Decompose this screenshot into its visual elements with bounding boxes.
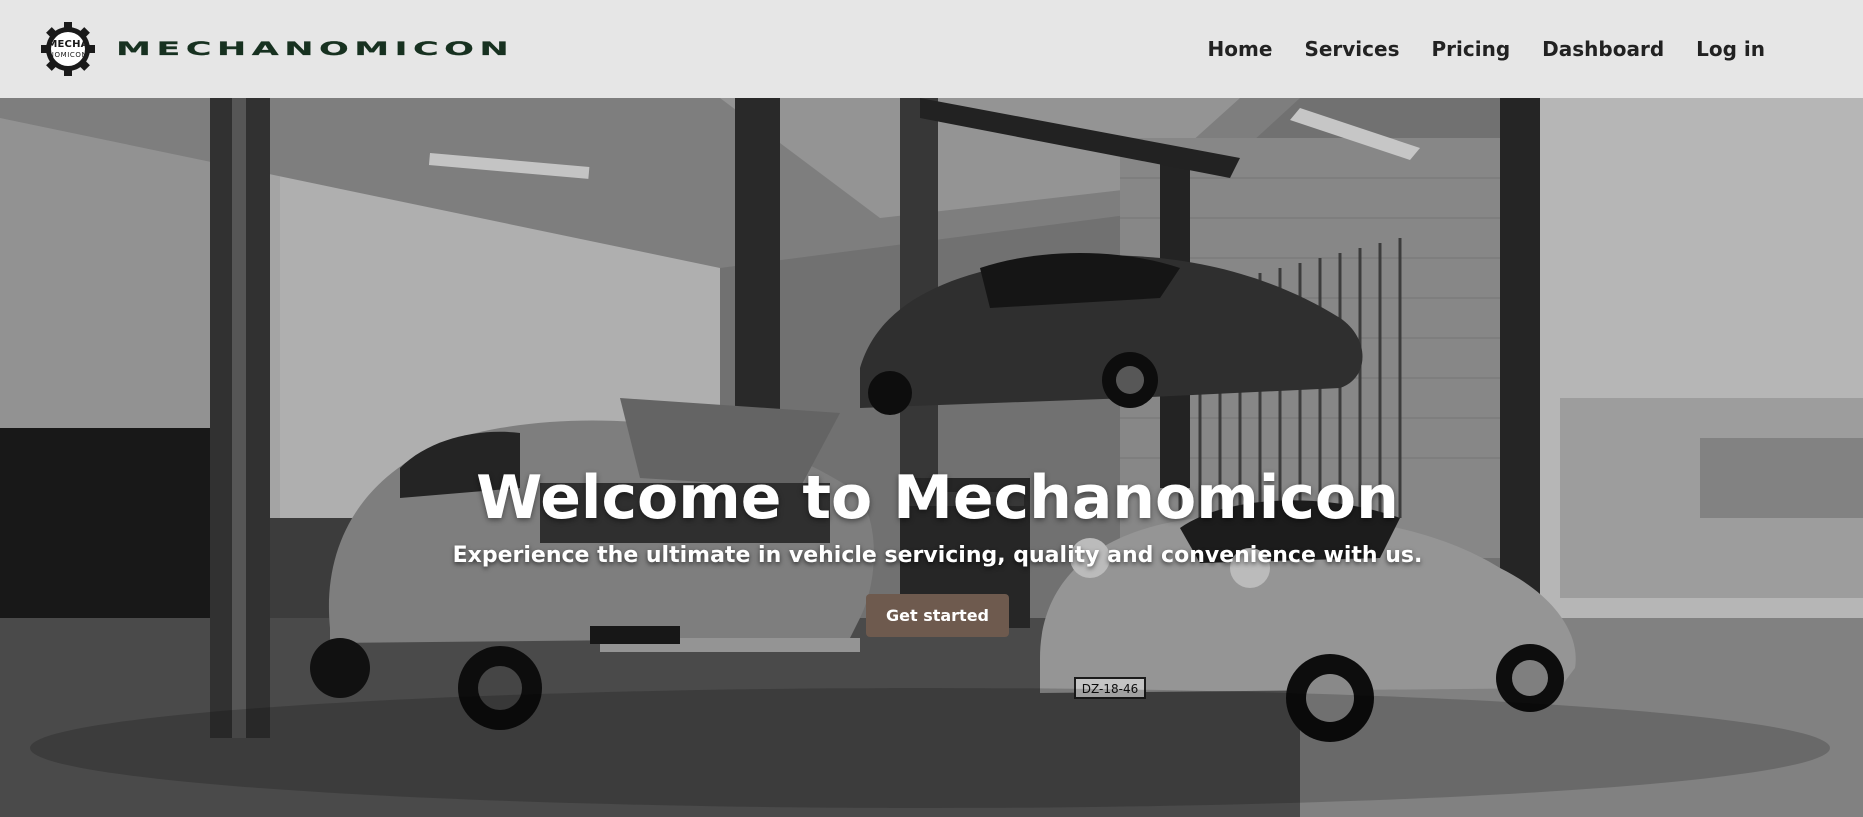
nav-services[interactable]: Services: [1304, 37, 1399, 61]
main-nav: Home Services Pricing Dashboard Log in: [1208, 0, 1765, 98]
hero-section: DZ-18-46 Welcome to Mechanomicon Experie…: [0, 98, 1863, 817]
logo-badge-line1: MECHA: [47, 39, 89, 50]
hero-content: Welcome to Mechanomicon Experience the u…: [0, 458, 1863, 637]
top-navbar: MECHA NOMICON MECHANOMICON Home Services…: [0, 0, 1863, 98]
gear-logo-icon: MECHA NOMICON: [40, 21, 96, 77]
nav-dashboard[interactable]: Dashboard: [1542, 37, 1664, 61]
hero-subtitle: Experience the ultimate in vehicle servi…: [452, 543, 1423, 568]
nav-pricing[interactable]: Pricing: [1432, 37, 1511, 61]
nav-login[interactable]: Log in: [1696, 37, 1765, 61]
nav-home[interactable]: Home: [1208, 37, 1273, 61]
hero-title: Welcome to Mechanomicon: [476, 463, 1399, 533]
brand-home-link[interactable]: MECHA NOMICON MECHANOMICON: [40, 21, 509, 77]
get-started-button[interactable]: Get started: [865, 594, 1009, 637]
brand-wordmark: MECHANOMICON: [116, 38, 515, 60]
logo-badge-line2: NOMICON: [48, 51, 88, 59]
